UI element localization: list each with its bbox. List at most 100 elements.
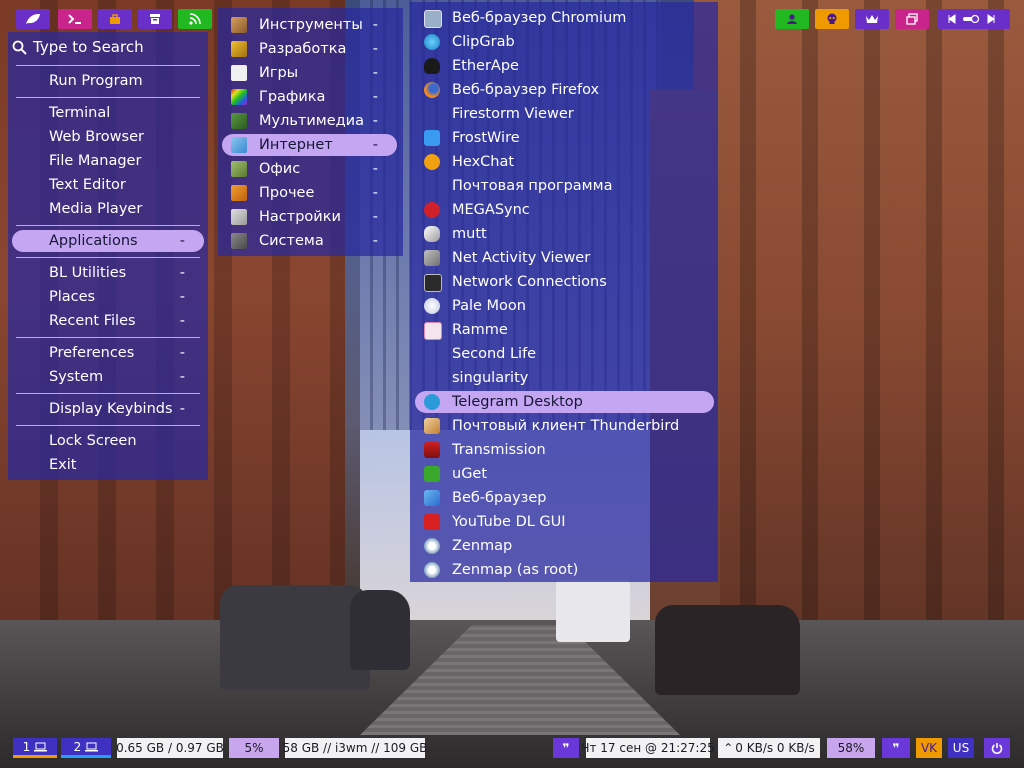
transmission-icon — [424, 442, 440, 458]
menu-item-label: Media Player — [49, 201, 143, 217]
category-development[interactable]: Разработка - — [222, 38, 397, 60]
app-label: Веб-браузер Firefox — [452, 82, 600, 98]
menu-item-lock-screen[interactable]: Lock Screen — [12, 430, 204, 452]
menu-item-preferences[interactable]: Preferences - — [12, 342, 204, 364]
category-multimedia[interactable]: Мультимедиа - — [222, 110, 397, 132]
app-transmission[interactable]: Transmission — [415, 439, 714, 461]
app-hexchat[interactable]: HexChat — [415, 151, 714, 173]
category-office[interactable]: Офис - — [222, 158, 397, 180]
other-icon — [231, 185, 247, 201]
app-chromium[interactable]: Веб-браузер Chromium — [415, 7, 714, 29]
transfer-arrows-icon: ⌃ — [723, 741, 734, 755]
windows-icon[interactable] — [895, 9, 929, 29]
keyboard-layout-label: US — [952, 741, 970, 755]
bag-icon[interactable] — [98, 9, 132, 29]
app-net-activity-viewer[interactable]: Net Activity Viewer — [415, 247, 714, 269]
thunderbird-icon — [424, 418, 440, 434]
app-label: HexChat — [452, 154, 515, 170]
menu-item-label: System — [49, 369, 104, 385]
menu-item-web-browser[interactable]: Web Browser — [12, 126, 204, 148]
app-megasync[interactable]: MEGASync — [415, 199, 714, 221]
quote-icon[interactable]: ❞ — [882, 738, 910, 758]
app-telegram[interactable]: Telegram Desktop — [415, 391, 714, 413]
submenu-arrow: - — [179, 313, 185, 329]
category-system[interactable]: Система - — [222, 230, 397, 252]
app-ramme[interactable]: Ramme — [415, 319, 714, 341]
menu-divider — [16, 337, 200, 338]
workspace-2-button[interactable]: 2 — [61, 738, 111, 758]
internet-icon — [231, 137, 247, 153]
app-youtube-dl-gui[interactable]: YouTube DL GUI — [415, 511, 714, 533]
app-mutt[interactable]: mutt — [415, 223, 714, 245]
search-input[interactable]: Type to Search — [33, 38, 144, 56]
app-uget[interactable]: uGet — [415, 463, 714, 485]
menu-search[interactable]: Type to Search — [12, 38, 144, 56]
app-firestorm[interactable]: Firestorm Viewer — [415, 103, 714, 125]
archive-icon[interactable] — [138, 9, 172, 29]
workspace-1-button[interactable]: 1 — [13, 738, 57, 758]
crown-icon[interactable] — [855, 9, 889, 29]
category-settings[interactable]: Настройки - — [222, 206, 397, 228]
clock[interactable]: Чт 17 сен @ 21:27:25 — [581, 738, 715, 758]
net-activity-icon — [424, 250, 440, 266]
category-games[interactable]: Игры - — [222, 62, 397, 84]
app-frostwire[interactable]: FrostWire — [415, 127, 714, 149]
menu-item-bl-utilities[interactable]: BL Utilities - — [12, 262, 204, 284]
submenu-arrow: - — [372, 185, 378, 201]
app-network-connections[interactable]: Network Connections — [415, 271, 714, 293]
app-mail[interactable]: Почтовая программа — [415, 175, 714, 197]
datetime-text: Чт 17 сен @ 21:27:25 — [581, 741, 715, 755]
app-thunderbird[interactable]: Почтовый клиент Thunderbird — [415, 415, 714, 437]
category-graphics[interactable]: Графика - — [222, 86, 397, 108]
menu-item-label: Places — [49, 289, 96, 305]
app-web-browser[interactable]: Веб-браузер — [415, 487, 714, 509]
app-label: Zenmap — [452, 538, 513, 554]
leaf-icon[interactable] — [16, 9, 50, 29]
app-clipgrab[interactable]: ClipGrab — [415, 31, 714, 53]
search-icon — [12, 40, 27, 55]
app-label: Transmission — [452, 442, 546, 458]
network-text: 0 KB/s 0 KB/s — [735, 741, 815, 755]
menu-item-system[interactable]: System - — [12, 366, 204, 388]
menu-item-applications[interactable]: Applications - — [12, 230, 204, 252]
category-label: Система — [259, 233, 324, 249]
app-pale-moon[interactable]: Pale Moon — [415, 295, 714, 317]
app-label: mutt — [452, 226, 487, 242]
menu-item-display-keybinds[interactable]: Display Keybinds - — [12, 398, 204, 420]
app-label: Почтовый клиент Thunderbird — [452, 418, 680, 434]
rss-icon[interactable] — [178, 9, 212, 29]
telegram-icon — [424, 394, 440, 410]
system-icon — [231, 233, 247, 249]
category-internet[interactable]: Интернет - — [222, 134, 397, 156]
app-singularity[interactable]: singularity — [415, 367, 714, 389]
app-etherape[interactable]: EtherApe — [415, 55, 714, 77]
user-icon[interactable] — [775, 9, 809, 29]
media-controls-icon[interactable] — [938, 9, 1010, 29]
menu-item-text-editor[interactable]: Text Editor — [12, 174, 204, 196]
app-firefox[interactable]: Веб-браузер Firefox — [415, 79, 714, 101]
menu-item-terminal[interactable]: Terminal — [12, 102, 204, 124]
vk-button[interactable]: VK — [916, 738, 942, 758]
menu-item-media-player[interactable]: Media Player — [12, 198, 204, 220]
quote-icon[interactable]: ❞ — [553, 738, 579, 758]
menu-item-recent-files[interactable]: Recent Files - — [12, 310, 204, 332]
skull-icon[interactable] — [815, 9, 849, 29]
app-label: Network Connections — [452, 274, 607, 290]
terminal-icon[interactable] — [58, 9, 92, 29]
app-label: Second Life — [452, 346, 537, 362]
menu-item-label: Applications — [49, 233, 138, 249]
vk-label: VK — [920, 741, 938, 755]
category-other[interactable]: Прочее - — [222, 182, 397, 204]
power-icon[interactable] — [984, 738, 1010, 758]
menu-item-places[interactable]: Places - — [12, 286, 204, 308]
category-tools[interactable]: Инструменты - — [222, 14, 397, 36]
app-zenmap[interactable]: Zenmap — [415, 535, 714, 557]
wallpaper-car — [220, 585, 370, 690]
menu-item-exit[interactable]: Exit — [12, 454, 204, 476]
menu-item-file-manager[interactable]: File Manager — [12, 150, 204, 172]
app-zenmap-root[interactable]: Zenmap (as root) — [415, 559, 714, 581]
app-second-life[interactable]: Second Life — [415, 343, 714, 365]
menu-item-run-program[interactable]: Run Program — [12, 70, 204, 92]
palemoon-icon — [424, 298, 440, 314]
keyboard-layout[interactable]: US — [948, 738, 974, 758]
